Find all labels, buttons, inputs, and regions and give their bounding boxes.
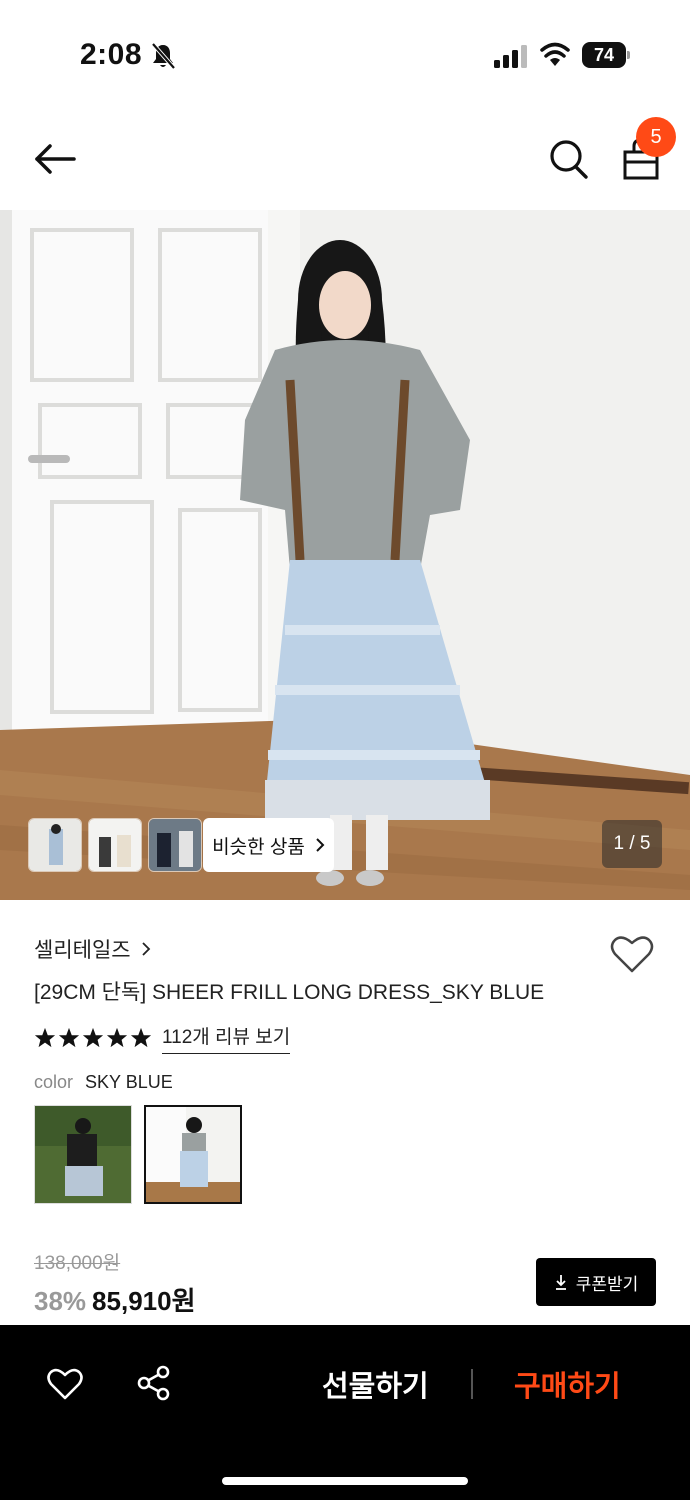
chevron-right-icon xyxy=(141,942,150,956)
color-option-row: color SKY BLUE xyxy=(34,1072,173,1093)
star-icon xyxy=(82,1027,104,1048)
reviews-link[interactable]: 112개 리뷰 보기 xyxy=(162,1022,291,1054)
product-image-carousel[interactable]: 비슷한 상품 1 / 5 xyxy=(0,210,690,900)
color-label: color xyxy=(34,1072,74,1092)
bottom-action-bar: 선물하기 구매하기 xyxy=(0,1325,690,1500)
color-swatch-2-selected[interactable] xyxy=(144,1105,242,1204)
image-page-indicator: 1 / 5 xyxy=(602,820,662,868)
back-arrow-icon[interactable] xyxy=(30,138,80,180)
star-icon xyxy=(34,1027,56,1048)
star-icon xyxy=(58,1027,80,1048)
similar-products-button[interactable]: 비슷한 상품 xyxy=(203,818,334,872)
top-nav xyxy=(0,110,690,210)
wishlist-heart-icon[interactable] xyxy=(610,934,654,974)
coupon-label: 쿠폰받기 xyxy=(575,1274,639,1294)
sale-price: 85,910원 xyxy=(92,1286,196,1316)
divider xyxy=(471,1369,473,1399)
cellular-signal-icon xyxy=(494,45,527,68)
chevron-right-icon xyxy=(316,838,325,852)
image-thumbnails xyxy=(28,818,202,872)
heart-icon[interactable] xyxy=(46,1367,84,1401)
brand-name: 셀리테일즈 xyxy=(34,939,131,962)
review-row: 112개 리뷰 보기 xyxy=(34,1022,291,1054)
get-coupon-button[interactable]: 쿠폰받기 xyxy=(536,1258,656,1306)
wifi-icon xyxy=(540,42,570,66)
discount-rate: 38% xyxy=(34,1286,87,1316)
gift-button[interactable]: 선물하기 xyxy=(322,1363,429,1405)
price-row: 38% 85,910원 xyxy=(34,1281,196,1318)
star-icon xyxy=(130,1027,152,1048)
similar-products-label: 비슷한 상품 xyxy=(212,836,305,858)
color-swatches xyxy=(34,1105,242,1204)
original-price: 138,000원 xyxy=(34,1253,121,1274)
download-icon xyxy=(555,1275,566,1290)
buy-button[interactable]: 구매하기 xyxy=(514,1363,621,1405)
status-bar: 2:08 74 xyxy=(0,0,690,110)
battery-indicator: 74 xyxy=(582,42,630,68)
search-icon[interactable] xyxy=(546,136,590,182)
thumbnail-1[interactable] xyxy=(28,818,82,872)
home-indicator xyxy=(222,1477,468,1485)
brand-link[interactable]: 셀리테일즈 xyxy=(34,934,151,964)
star-icon xyxy=(106,1027,128,1048)
status-time: 2:08 xyxy=(80,38,143,71)
cart-count-badge: 5 xyxy=(636,117,676,157)
rating-stars xyxy=(34,1027,152,1049)
bell-off-icon xyxy=(151,42,176,70)
product-photo xyxy=(0,210,690,900)
battery-level: 74 xyxy=(582,42,626,68)
share-icon[interactable] xyxy=(136,1365,172,1401)
color-value: SKY BLUE xyxy=(85,1072,173,1092)
color-swatch-1[interactable] xyxy=(34,1105,132,1204)
thumbnail-2[interactable] xyxy=(88,818,142,872)
product-title: [29CM 단독] SHEER FRILL LONG DRESS_SKY BLU… xyxy=(34,981,545,1004)
thumbnail-3[interactable] xyxy=(148,818,202,872)
